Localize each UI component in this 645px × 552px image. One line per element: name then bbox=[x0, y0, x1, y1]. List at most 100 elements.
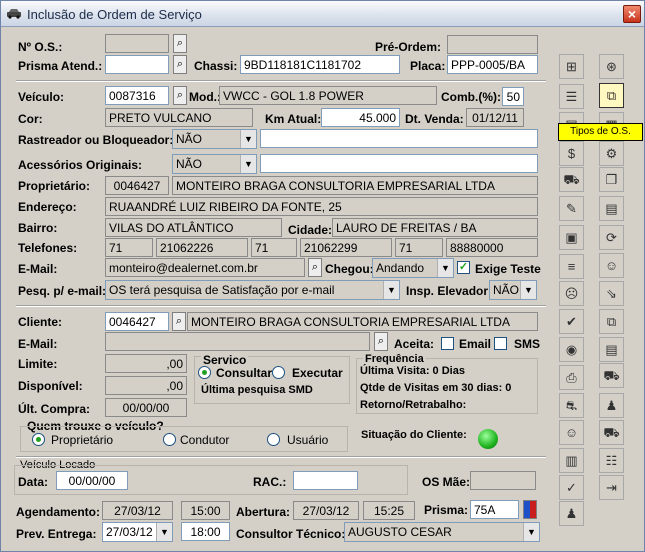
rastreador-label: Rastreador ou Bloqueador: bbox=[18, 133, 174, 147]
dt-venda-field: 01/12/11 bbox=[466, 108, 524, 127]
email-search-icon[interactable]: ⌕ bbox=[308, 258, 322, 277]
consultor-select[interactable]: AUGUSTO CESAR ▼ bbox=[344, 522, 540, 542]
copy-active-icon[interactable]: ⧉ bbox=[599, 83, 624, 108]
money-bag-icon[interactable]: ⊛ bbox=[599, 54, 624, 79]
tooltip: Tipos de O.S. bbox=[558, 123, 643, 141]
mask-icon[interactable]: ☺ bbox=[559, 420, 584, 445]
rastreador-value: NÃO bbox=[176, 132, 203, 146]
proprietario-opt-label: Proprietário bbox=[51, 433, 114, 447]
tools-icon[interactable]: ⚙ bbox=[599, 141, 624, 166]
copy2-icon[interactable]: ⧉ bbox=[599, 309, 624, 334]
stamp-icon[interactable]: ♟ bbox=[599, 393, 624, 418]
dollar-icon[interactable]: $ bbox=[559, 141, 584, 166]
veiculo-search-icon[interactable]: ⌕ bbox=[173, 86, 187, 105]
pre-ordem-label: Pré-Ordem: bbox=[375, 40, 442, 54]
insp-elevador-select[interactable]: NÃO ▼ bbox=[489, 280, 537, 300]
telefones-label: Telefones: bbox=[18, 241, 78, 255]
camera-icon[interactable]: ◉ bbox=[559, 337, 584, 362]
insp-elevador-label: Insp. Elevador: bbox=[406, 284, 493, 298]
pages-icon[interactable]: ❐ bbox=[599, 167, 624, 192]
rac-field[interactable] bbox=[293, 471, 358, 490]
exige-teste-checkbox[interactable]: ✓ bbox=[457, 261, 470, 274]
sad-face-icon[interactable]: ☹ bbox=[559, 281, 584, 306]
aceita-sms-label: SMS bbox=[514, 337, 541, 351]
executar-radio[interactable] bbox=[272, 366, 285, 379]
agendamento-date: 27/03/12 bbox=[102, 501, 173, 520]
refresh-icon[interactable]: ⟳ bbox=[599, 225, 624, 250]
chassi-field[interactable]: 9BD118181C1181702 bbox=[240, 55, 400, 74]
condutor-radio[interactable] bbox=[163, 433, 176, 446]
person-car-icon[interactable]: ⛟ bbox=[559, 167, 584, 192]
close-button[interactable]: × bbox=[623, 5, 641, 23]
exit-icon[interactable]: ⇥ bbox=[599, 475, 624, 500]
dt-venda-label: Dt. Venda: bbox=[405, 112, 464, 126]
consultar-radio[interactable] bbox=[198, 366, 211, 379]
car-red-icon[interactable]: ⛐ bbox=[559, 393, 584, 418]
chegou-select[interactable]: Andando ▼ bbox=[372, 258, 454, 278]
pencil-icon[interactable]: ✔ bbox=[559, 309, 584, 334]
aceita-label: Aceita: bbox=[394, 337, 435, 351]
status-led-icon bbox=[478, 429, 498, 449]
comb-field[interactable]: 50 bbox=[502, 87, 524, 106]
os-search-icon[interactable]: ⌕ bbox=[173, 34, 187, 53]
toolbox-icon[interactable]: ▣ bbox=[559, 225, 584, 250]
endereco-field: RUAANDRÉ LUIZ RIBEIRO DA FONTE, 25 bbox=[105, 197, 538, 216]
smiley-icon[interactable]: ☺ bbox=[599, 253, 624, 278]
bairro-field: VILAS DO ATLÂNTICO bbox=[105, 218, 282, 237]
rastreador-select[interactable]: NÃO ▼ bbox=[172, 129, 257, 149]
usuario-opt-label: Usuário bbox=[287, 433, 329, 447]
clipboard-icon[interactable]: ✎ bbox=[559, 196, 584, 221]
placa-label: Placa: bbox=[410, 59, 446, 73]
prisma-atend-label: Prisma Atend.: bbox=[18, 59, 103, 73]
prisma-field[interactable]: 75A bbox=[470, 500, 519, 519]
truck-icon[interactable]: ⛟ bbox=[599, 420, 624, 445]
clipboard2-icon[interactable]: ▤ bbox=[599, 196, 624, 221]
chevron-down-icon: ▼ bbox=[240, 155, 256, 173]
checklist-icon[interactable]: ☷ bbox=[599, 448, 624, 473]
list-icon[interactable]: ☰ bbox=[559, 84, 584, 109]
printer-icon[interactable]: ⎙ bbox=[559, 365, 584, 390]
rastreador-extra-field[interactable] bbox=[260, 129, 538, 148]
locado-data-field[interactable]: 00/00/00 bbox=[56, 471, 128, 490]
limite-label: Limite: bbox=[18, 357, 58, 371]
note-icon[interactable]: ▤ bbox=[599, 337, 624, 362]
person-icon[interactable]: ♟ bbox=[559, 501, 584, 526]
checkmark-icon[interactable]: ✓ bbox=[559, 475, 584, 500]
os-mae-label: OS Mãe: bbox=[422, 475, 471, 489]
aceita-email-checkbox[interactable] bbox=[441, 337, 454, 350]
limite-field: ,00 bbox=[105, 354, 187, 373]
prev-entrega-date[interactable]: 27/03/12 ▼ bbox=[102, 522, 173, 542]
pesq-email-select[interactable]: OS terá pesquisa de Satisfação por e-mai… bbox=[105, 280, 400, 300]
aceita-email-label: Email bbox=[459, 337, 492, 351]
acessorios-extra-field[interactable] bbox=[260, 154, 538, 173]
cidade-label: Cidade: bbox=[288, 223, 333, 237]
prisma-atend-field[interactable] bbox=[105, 55, 169, 74]
os-field[interactable] bbox=[105, 34, 169, 53]
window-title: Inclusão de Ordem de Serviço bbox=[27, 7, 202, 22]
cliente-search-icon[interactable]: ⌕ bbox=[172, 312, 186, 331]
placa-field[interactable]: PPP-0005/BA bbox=[447, 55, 538, 74]
divider bbox=[16, 80, 546, 82]
proprietario-radio[interactable] bbox=[32, 433, 45, 446]
color-picker-icon[interactable] bbox=[523, 500, 537, 519]
cli-email-search-icon[interactable]: ⌕ bbox=[374, 332, 388, 351]
locado-data-label: Data: bbox=[18, 475, 49, 489]
prev-entrega-time[interactable]: 18:00 bbox=[181, 522, 230, 541]
os-label: Nº O.S.: bbox=[18, 40, 63, 54]
veiculo-field[interactable]: 0087316 bbox=[105, 86, 169, 105]
pre-ordem-field[interactable] bbox=[447, 35, 538, 54]
cliente-code[interactable]: 0046427 bbox=[105, 312, 169, 331]
aceita-sms-checkbox[interactable] bbox=[494, 337, 507, 350]
ddd2-field: 71 bbox=[251, 238, 297, 257]
acessorios-select[interactable]: NÃO ▼ bbox=[172, 154, 257, 174]
prisma-search-icon[interactable]: ⌕ bbox=[173, 55, 187, 74]
cliente-name: MONTEIRO BRAGA CONSULTORIA EMPRESARIAL L… bbox=[187, 312, 538, 331]
chevron-down-icon: ▼ bbox=[437, 259, 453, 277]
usuario-radio[interactable] bbox=[267, 433, 280, 446]
hose-icon[interactable]: ⇘ bbox=[599, 281, 624, 306]
tree-icon[interactable]: ⊞ bbox=[559, 54, 584, 79]
layers-icon[interactable]: ▥ bbox=[559, 448, 584, 473]
km-field[interactable]: 45.000 bbox=[321, 108, 400, 127]
car-blue-icon[interactable]: ⛟ bbox=[599, 363, 624, 388]
lines-icon[interactable]: ≡ bbox=[559, 254, 584, 279]
